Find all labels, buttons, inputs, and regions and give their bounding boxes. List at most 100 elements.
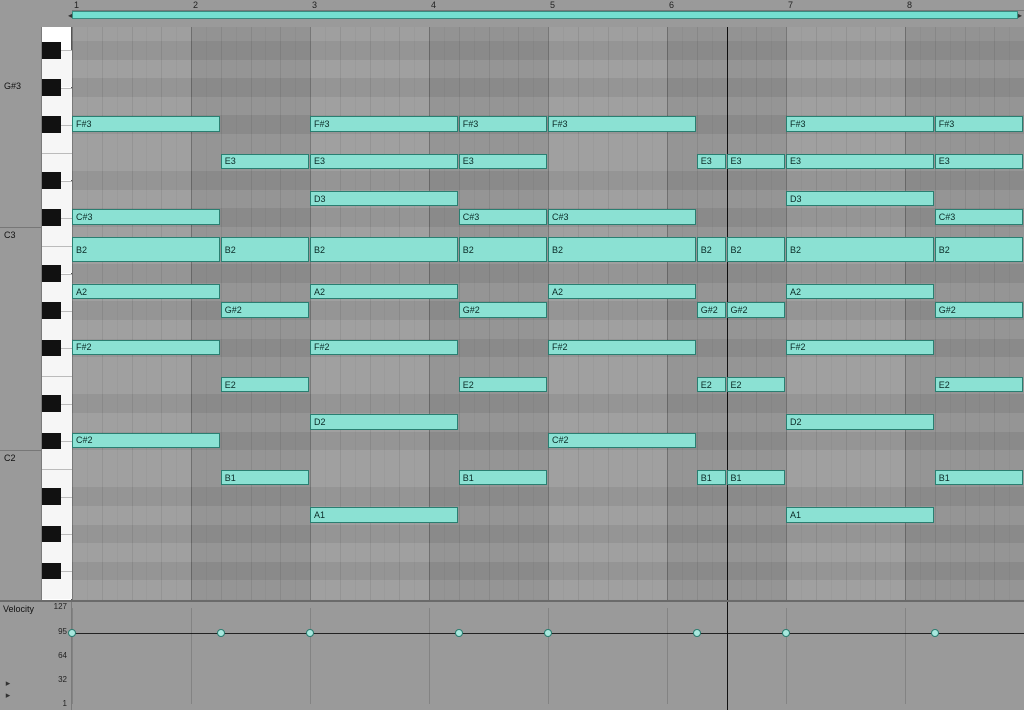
midi-note[interactable]: E3 (786, 154, 934, 170)
midi-note[interactable]: C#3 (72, 209, 220, 225)
midi-note[interactable]: C#2 (548, 433, 696, 449)
midi-note-grid[interactable]: F#3C#3B2A2F#2C#2E3B2G#2E2B1F#3E3D3B2A2F#… (72, 27, 1024, 600)
midi-note[interactable]: G#2 (727, 302, 786, 318)
midi-note[interactable]: G#2 (935, 302, 1023, 318)
piano-black-key[interactable] (42, 172, 61, 189)
pitch-label: C3 (4, 230, 16, 240)
piano-black-key[interactable] (42, 433, 61, 450)
midi-note[interactable]: F#2 (548, 340, 696, 356)
midi-note[interactable]: C#3 (935, 209, 1023, 225)
midi-note[interactable]: F#3 (310, 116, 458, 132)
velocity-marker[interactable] (455, 629, 463, 637)
velocity-tick: 32 (58, 675, 67, 684)
velocity-lane[interactable]: Velocity ▸ ▸ 1279564321 (0, 600, 1024, 710)
piano-black-key[interactable] (42, 302, 61, 319)
midi-note[interactable]: D3 (786, 191, 934, 207)
midi-note[interactable]: C#2 (72, 433, 220, 449)
midi-note[interactable]: B2 (221, 237, 309, 262)
piano-black-key[interactable] (42, 563, 61, 580)
midi-note[interactable]: C#3 (459, 209, 547, 225)
midi-note[interactable]: G#2 (459, 302, 547, 318)
midi-note[interactable]: A2 (72, 284, 220, 300)
ruler-bar-number: 1 (74, 0, 79, 10)
midi-note[interactable]: D2 (786, 414, 934, 430)
piano-black-key[interactable] (42, 209, 61, 226)
midi-note[interactable]: F#3 (459, 116, 547, 132)
piano-black-key[interactable] (42, 116, 61, 133)
velocity-grid[interactable] (72, 608, 1024, 704)
ruler-bar-number: 4 (431, 0, 436, 10)
midi-note[interactable]: E3 (935, 154, 1023, 170)
midi-note[interactable]: F#3 (935, 116, 1023, 132)
midi-note[interactable]: E3 (310, 154, 458, 170)
midi-note[interactable]: E2 (459, 377, 547, 393)
midi-note[interactable]: B1 (221, 470, 309, 486)
midi-note[interactable]: A2 (786, 284, 934, 300)
midi-note[interactable]: A2 (310, 284, 458, 300)
midi-note[interactable]: B2 (310, 237, 458, 262)
velocity-tick: 127 (54, 602, 67, 611)
midi-note[interactable]: F#3 (548, 116, 696, 132)
velocity-marker[interactable] (544, 629, 552, 637)
piano-black-key[interactable] (42, 488, 61, 505)
loop-end-right-icon[interactable]: ▸ (1016, 11, 1024, 19)
timeline-ruler[interactable]: 12345678 (72, 0, 1024, 11)
midi-note[interactable]: F#3 (786, 116, 934, 132)
piano-black-key[interactable] (42, 42, 61, 59)
piano-black-key[interactable] (42, 526, 61, 543)
velocity-marker[interactable] (693, 629, 701, 637)
midi-note[interactable]: E3 (221, 154, 309, 170)
midi-note[interactable]: B2 (935, 237, 1023, 262)
velocity-marker[interactable] (782, 629, 790, 637)
midi-note[interactable]: E2 (221, 377, 309, 393)
piano-black-key[interactable] (42, 340, 61, 357)
midi-note[interactable]: E3 (459, 154, 547, 170)
midi-note[interactable]: B2 (72, 237, 220, 262)
velocity-tick: 1 (63, 699, 67, 708)
ruler-bar-number: 7 (788, 0, 793, 10)
midi-note[interactable]: B1 (935, 470, 1023, 486)
midi-note[interactable]: A1 (310, 507, 458, 523)
midi-note[interactable]: B1 (697, 470, 726, 486)
disclosure-triangle-icon[interactable]: ▸ (2, 678, 14, 688)
ruler-bar-number: 8 (907, 0, 912, 10)
playhead[interactable] (727, 602, 728, 710)
midi-note[interactable]: F#3 (72, 116, 220, 132)
midi-note[interactable]: F#2 (786, 340, 934, 356)
midi-note[interactable]: F#2 (72, 340, 220, 356)
piano-black-key[interactable] (42, 395, 61, 412)
piano-black-key[interactable] (42, 265, 61, 282)
midi-note[interactable]: B2 (459, 237, 547, 262)
midi-note[interactable]: D2 (310, 414, 458, 430)
midi-note[interactable]: B1 (727, 470, 786, 486)
pitch-label: C2 (4, 453, 16, 463)
velocity-label: Velocity (3, 604, 34, 614)
velocity-tick: 64 (58, 651, 67, 660)
midi-note[interactable]: A1 (786, 507, 934, 523)
piano-black-key[interactable] (42, 79, 61, 96)
velocity-marker[interactable] (931, 629, 939, 637)
midi-note[interactable]: B1 (459, 470, 547, 486)
midi-note[interactable]: D3 (310, 191, 458, 207)
midi-note[interactable]: B2 (697, 237, 726, 262)
midi-note[interactable]: F#2 (310, 340, 458, 356)
midi-note[interactable]: B2 (727, 237, 786, 262)
midi-note[interactable]: C#3 (548, 209, 696, 225)
ruler-bar-number: 2 (193, 0, 198, 10)
midi-note[interactable]: E3 (727, 154, 786, 170)
velocity-marker[interactable] (217, 629, 225, 637)
piano-roll-keyboard[interactable] (42, 27, 72, 600)
midi-note[interactable]: B2 (786, 237, 934, 262)
velocity-marker[interactable] (68, 629, 76, 637)
loop-brace[interactable] (72, 11, 1018, 19)
midi-note[interactable]: A2 (548, 284, 696, 300)
midi-note[interactable]: E3 (697, 154, 726, 170)
midi-note[interactable]: B2 (548, 237, 696, 262)
midi-note[interactable]: G#2 (221, 302, 309, 318)
midi-note[interactable]: E2 (697, 377, 726, 393)
midi-note[interactable]: G#2 (697, 302, 726, 318)
disclosure-triangle-icon[interactable]: ▸ (2, 690, 14, 700)
velocity-marker[interactable] (306, 629, 314, 637)
midi-note[interactable]: E2 (935, 377, 1023, 393)
midi-note[interactable]: E2 (727, 377, 786, 393)
